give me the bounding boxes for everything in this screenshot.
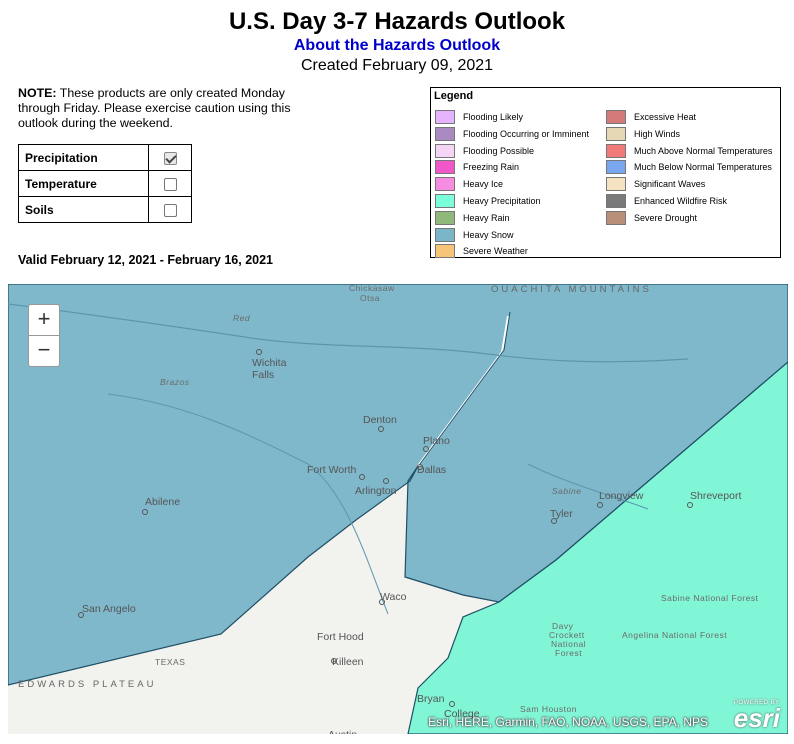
map-attribution[interactable]: Esri, HERE, Garmin, FAO, NOAA, USGS, EPA… [428,715,708,729]
city-tyler: Tyler [550,508,573,520]
city-austin: Austin [328,729,357,734]
legend-swatch [435,126,455,141]
legend-label: Heavy Precipitation [463,196,541,206]
label-otsa: Otsa [360,293,380,303]
created-date: Created February 09, 2021 [300,57,494,74]
city-wichita-falls-2: Falls [252,369,274,381]
temperature-checkbox[interactable] [163,177,177,191]
label-texas: TEXAS [155,657,185,667]
legend-label: High Winds [634,128,681,139]
label-chickasaw: Chickasaw [349,284,395,293]
city-wichita-falls: Wichita [252,357,287,369]
zoom-out-button[interactable]: − [28,335,60,367]
city-fort-worth: Fort Worth [307,464,357,476]
precipitation-checkbox[interactable] [163,151,177,165]
legend-label: Severe Weather [463,246,528,257]
esri-logo[interactable]: POWERED BY esri [733,700,780,733]
legend-panel: Legend Flooding Likely Flooding Occurring… [430,87,781,259]
map-canvas: Lawton Wichita Falls Denton Plano Fort W… [8,284,788,734]
label-forest-1: Forest [555,648,582,658]
legend-label: Heavy Ice [463,179,504,190]
legend-label: Much Above Normal Temperatures [634,145,773,156]
legend-label: Flooding Possible [463,145,535,156]
label-sabine-nf: Sabine National Forest [661,593,759,603]
legend-swatch [435,227,455,242]
legend-swatch [606,126,626,141]
legend-label: Flooding Likely [463,112,524,122]
legend-label: Enhanced Wildfire Risk [634,196,728,206]
legend-swatch [606,110,626,124]
legend-swatch [435,210,455,225]
valid-date-range: Valid February 12, 2021 - February 16, 2… [18,253,274,267]
legend-swatch [606,194,626,208]
legend-label: Excessive Heat [634,112,697,122]
note-label: NOTE: [18,86,57,100]
label-brazos-river: Brazos [160,377,190,387]
city-dallas: Dallas [417,464,446,476]
label-angelina: Angelina National Forest [622,630,727,640]
note-text: These products are only created Monday t… [18,86,291,130]
layer-row-temperature: Temperature [18,170,192,197]
legend-label: Freezing Rain [463,162,520,173]
layer-label-temperature: Temperature [18,170,149,197]
layer-toggle-table: Precipitation Temperature Soils [18,144,192,223]
city-killeen: Killeen [332,656,364,668]
label-sabine-river: Sabine [552,486,581,496]
city-plano: Plano [423,435,450,447]
legend-swatch [435,244,455,259]
city-san-angelo: San Angelo [82,603,136,615]
legend-swatch [435,160,455,175]
hazards-map[interactable]: Lawton Wichita Falls Denton Plano Fort W… [8,284,788,734]
city-arlington: Arlington [355,485,397,497]
layer-row-precipitation: Precipitation [18,144,192,171]
layer-row-soils: Soils [18,196,192,223]
legend-swatch [435,194,455,208]
legend-label: Severe Drought [634,212,698,223]
label-red-river: Red [233,313,250,323]
city-waco: Waco [380,591,407,603]
zoom-in-button[interactable]: + [28,304,60,336]
legend-swatch [435,177,455,192]
legend-title: Legend [434,90,474,102]
label-sam-houston: Sam Houston [520,704,577,714]
label-ouachita-mountains: OUACHITA MOUNTAINS [491,284,652,295]
city-denton: Denton [363,414,397,426]
legend-label: Much Below Normal Temperatures [634,162,772,173]
city-shreveport: Shreveport [690,490,741,502]
legend-label: Flooding Occurring or Imminent [463,128,590,139]
city-longview: Longview [599,490,644,502]
legend-label: Heavy Rain [463,212,510,223]
layer-label-soils: Soils [18,196,149,223]
legend-label: Heavy Snow [463,229,514,240]
about-hazards-link[interactable]: About the Hazards Outlook [0,37,794,55]
weekend-note: NOTE: These products are only created Mo… [18,86,318,131]
layer-label-precipitation: Precipitation [18,144,149,171]
city-fort-hood: Fort Hood [317,631,364,643]
page-title: U.S. Day 3-7 Hazards Outlook [228,8,566,35]
legend-label: Significant Waves [634,179,706,190]
legend-swatch [435,143,455,158]
soils-checkbox[interactable] [163,203,177,217]
city-abilene: Abilene [145,496,180,508]
legend-swatch [606,143,626,158]
legend-swatch [606,160,626,175]
city-lawton: Lawton [273,284,307,287]
legend-swatch [606,177,626,192]
city-bryan: Bryan [417,693,445,705]
esri-logo-name: esri [733,703,780,733]
legend-swatch [435,110,455,124]
legend-swatch [606,210,626,225]
label-edwards-plateau: EDWARDS PLATEAU [18,679,156,690]
